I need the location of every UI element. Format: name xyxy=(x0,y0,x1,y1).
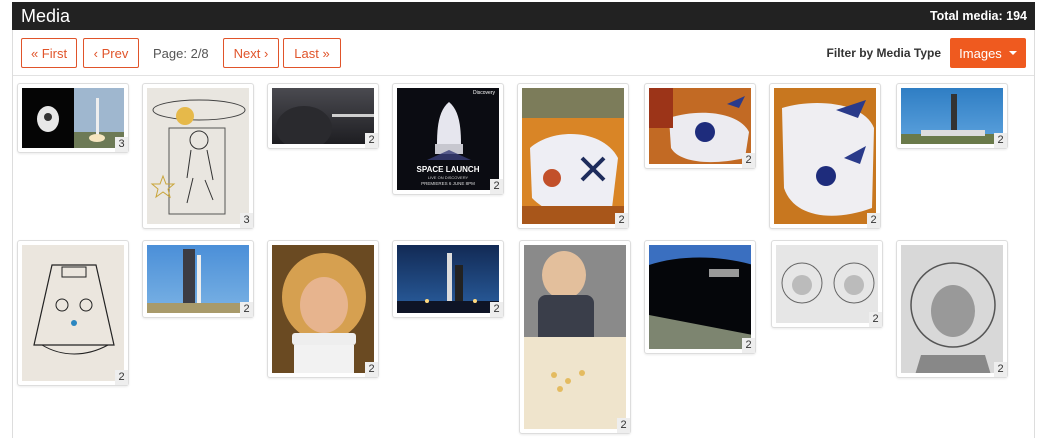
thumbnail-image xyxy=(524,245,626,429)
media-header: Media Total media: 194 xyxy=(12,2,1035,30)
thumbnail-image xyxy=(147,245,249,313)
thumbnail-image xyxy=(272,245,374,373)
page-indicator: Page: 2/8 xyxy=(153,46,209,61)
thumbnail-image xyxy=(774,88,876,224)
media-count-badge: 2 xyxy=(115,370,128,385)
next-page-button[interactable]: Next › xyxy=(223,38,279,68)
media-thumbnail[interactable]: 2 xyxy=(896,240,1008,378)
thumbnail-image: Discovery SPACE LAUNCH LIVE ON DISCOVERY… xyxy=(397,88,499,190)
media-thumbnail[interactable]: 2 xyxy=(644,83,756,169)
media-count-badge: 2 xyxy=(490,302,503,317)
thumbnail-image xyxy=(649,245,751,349)
media-thumbnail[interactable]: 2 xyxy=(392,240,504,318)
media-count-badge: 2 xyxy=(742,338,755,353)
media-count-badge: 2 xyxy=(240,302,253,317)
poster-subtitle: LIVE ON DISCOVERY xyxy=(427,175,469,180)
thumbnail-image xyxy=(522,88,624,224)
media-thumbnail[interactable]: 2 xyxy=(896,83,1008,149)
poster-title: SPACE LAUNCH xyxy=(416,165,480,174)
media-count-badge: 2 xyxy=(490,179,503,194)
caret-down-icon xyxy=(1008,51,1017,55)
last-page-button[interactable]: Last » xyxy=(283,38,341,68)
media-thumbnail[interactable]: 2 xyxy=(771,240,883,328)
media-thumbnail[interactable]: 2 xyxy=(769,83,881,229)
thumbnail-image xyxy=(649,88,751,164)
media-type-selected: Images xyxy=(959,45,1002,61)
media-thumbnail[interactable]: 2 xyxy=(267,83,379,149)
thumbnail-image xyxy=(147,88,249,224)
thumbnail-image xyxy=(901,88,1003,144)
media-thumbnail[interactable]: 2 xyxy=(267,240,379,378)
media-thumbnail[interactable]: 2 xyxy=(517,83,629,229)
media-thumbnail[interactable]: 3 xyxy=(17,83,129,153)
poster-date: PREMIERES 6 JUNE 8PM xyxy=(421,181,475,186)
media-thumbnail[interactable]: 2 xyxy=(142,240,254,318)
media-thumbnail[interactable]: 2 xyxy=(644,240,756,354)
media-count-badge: 2 xyxy=(994,362,1007,377)
thumbnail-image xyxy=(901,245,1003,373)
media-count-badge: 3 xyxy=(115,137,128,152)
media-count-badge: 2 xyxy=(867,213,880,228)
thumbnail-image xyxy=(397,245,499,313)
media-type-dropdown[interactable]: Images xyxy=(950,38,1026,68)
media-thumbnail[interactable]: 3 xyxy=(142,83,254,229)
thumbnail-image xyxy=(776,245,878,323)
media-count-badge: 2 xyxy=(742,153,755,168)
media-count-badge: 2 xyxy=(365,133,378,148)
media-count-badge: 2 xyxy=(994,133,1007,148)
pagination-toolbar: « First ‹ Prev Page: 2/8 Next › Last » F… xyxy=(13,30,1034,76)
media-thumbnail[interactable]: Discovery SPACE LAUNCH LIVE ON DISCOVERY… xyxy=(392,83,504,195)
page-title: Media xyxy=(21,5,71,26)
first-page-button[interactable]: « First xyxy=(21,38,77,68)
media-count-badge: 2 xyxy=(617,418,630,433)
prev-page-button[interactable]: ‹ Prev xyxy=(83,38,139,68)
media-count-badge: 2 xyxy=(615,213,628,228)
thumbnail-image xyxy=(22,88,124,148)
media-count-badge: 2 xyxy=(869,312,882,327)
media-thumbnail[interactable]: 2 xyxy=(17,240,129,386)
thumbnail-image xyxy=(22,245,124,381)
thumbnail-image xyxy=(272,88,374,144)
media-count-badge: 2 xyxy=(365,362,378,377)
media-thumbnail[interactable]: 2 xyxy=(519,240,631,434)
total-media-count: Total media: 194 xyxy=(929,9,1027,23)
media-count-badge: 3 xyxy=(240,213,253,228)
filter-label: Filter by Media Type xyxy=(826,46,941,60)
